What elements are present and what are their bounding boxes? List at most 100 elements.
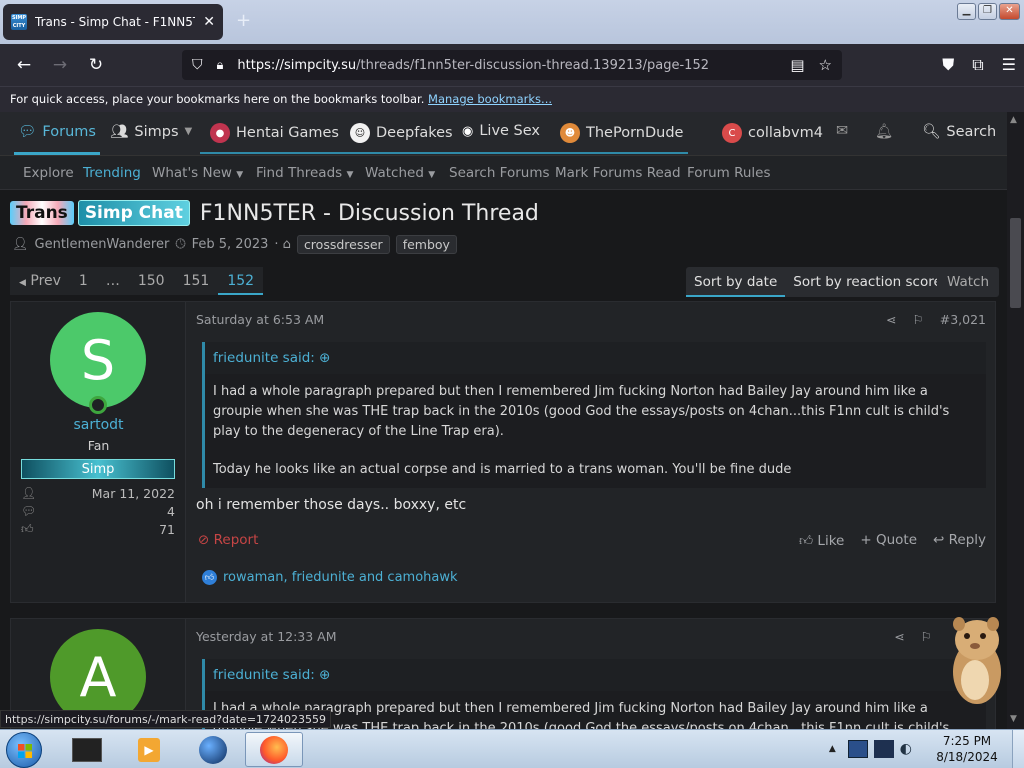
url-text[interactable]: https://simpcity.su/threads/f1nn5ter-dis…	[237, 58, 709, 73]
network-icon[interactable]	[847, 740, 868, 758]
reload-icon[interactable]: ↻	[78, 55, 114, 75]
arrow-up-circle-icon[interactable]: ⊕	[319, 667, 330, 683]
sort-by-reaction-button[interactable]: Sort by reaction score	[785, 267, 950, 297]
reply-button[interactable]: ↩ Reply	[933, 532, 986, 549]
user-title: Fan	[87, 438, 110, 453]
system-clock[interactable]: 7:25 PM 8/18/2024	[922, 733, 1012, 765]
firefox-icon	[260, 735, 288, 764]
share-icon[interactable]: ⋖	[894, 629, 904, 644]
thread-author[interactable]: GentlemenWanderer	[35, 237, 170, 252]
reader-view-icon[interactable]: ▤	[790, 56, 804, 74]
restore-icon[interactable]: ❐	[978, 3, 997, 20]
report-link[interactable]: ⊘ Report	[198, 532, 258, 548]
prefix-trans-label[interactable]: Trans	[10, 201, 74, 225]
scroll-thumb[interactable]	[1010, 218, 1021, 308]
nav-deepfakes[interactable]: ☺ Deepfakes	[350, 123, 453, 143]
report-icon: ⊘	[198, 532, 210, 548]
arrow-up-circle-icon[interactable]: ⊕	[319, 350, 330, 366]
tag-femboy[interactable]: femboy	[395, 234, 457, 254]
like-reaction-icon: 👍︎	[202, 570, 217, 585]
pager-page-150[interactable]: 150	[128, 267, 174, 295]
menu-hamburger-icon[interactable]: ☰	[1002, 55, 1016, 75]
share-icon[interactable]: ⋖	[886, 312, 896, 327]
subnav-forum-rules[interactable]: Forum Rules	[687, 165, 771, 181]
volume-icon[interactable]: ◐	[900, 741, 912, 757]
pager-prev-button[interactable]: ◀ Prev	[10, 267, 70, 295]
alerts-bell-icon[interactable]: 🔔︎	[875, 123, 893, 140]
taskbar-app-terminal[interactable]	[58, 732, 116, 767]
pager-page-151[interactable]: 151	[173, 267, 219, 295]
pager-page-152[interactable]: 152	[218, 267, 264, 295]
bookmarks-hint: For quick access, place your bookmarks h…	[10, 92, 425, 106]
url-bar[interactable]: ⛉ 🔒︎ https://simpcity.su/threads/f1nn5te…	[182, 50, 842, 80]
quote-block: friedunite said: ⊕ I had a whole paragra…	[202, 342, 986, 488]
hentai-games-logo-icon: ●	[210, 123, 230, 143]
taskbar-app-globe[interactable]	[184, 732, 242, 767]
shield-icon[interactable]: ⛉	[192, 57, 203, 73]
site-sub-nav: Explore Trending What's New ▼ Find Threa…	[0, 156, 1007, 190]
sort-by-date-button[interactable]: Sort by date	[686, 267, 786, 297]
subnav-watched[interactable]: Watched ▼	[365, 165, 435, 181]
pager-ellipsis[interactable]: …	[96, 267, 129, 295]
pocket-icon[interactable]: ⛊	[942, 55, 954, 75]
lock-icon[interactable]: 🔒︎	[217, 58, 224, 73]
subnav-trending[interactable]: Trending	[83, 165, 141, 181]
username[interactable]: sartodt	[11, 417, 186, 433]
globe-icon	[199, 735, 227, 764]
subnav-find-threads[interactable]: Find Threads ▼	[256, 165, 353, 181]
thread-date[interactable]: Feb 5, 2023	[192, 237, 269, 252]
subnav-whats-new[interactable]: What's New ▼	[152, 165, 243, 181]
subnav-explore[interactable]: Explore	[23, 165, 74, 181]
user-avatar: C	[722, 123, 742, 143]
nav-hentai-games[interactable]: ● Hentai Games	[210, 123, 339, 143]
post-date[interactable]: Saturday at 6:53 AM	[196, 312, 324, 327]
nav-live-sex[interactable]: ◉ Live Sex	[462, 123, 540, 139]
bookmark-icon[interactable]: ⚐	[921, 629, 932, 644]
scroll-down-icon[interactable]: ▼	[1010, 714, 1017, 724]
subnav-mark-forums-read[interactable]: Mark Forums Read	[555, 165, 681, 181]
inbox-envelope-icon[interactable]: ✉	[836, 123, 848, 139]
tab-close-icon[interactable]: ✕	[203, 14, 215, 30]
tag-crossdresser[interactable]: crossdresser	[296, 234, 390, 254]
like-button[interactable]: 👍︎ Like	[799, 532, 844, 549]
media-player-icon: ▶	[138, 737, 160, 762]
quote-author[interactable]: friedunite said: ⊕	[205, 342, 986, 374]
subnav-search-forums[interactable]: Search Forums	[449, 165, 550, 181]
minimize-icon[interactable]: ▁	[957, 3, 976, 20]
post-message: oh i remember those days.. boxxy, etc	[196, 497, 467, 513]
post-date[interactable]: Yesterday at 12:33 AM	[196, 629, 337, 644]
taskbar-app-media-player[interactable]: ▶	[120, 732, 178, 767]
prefix-simp-chat-label[interactable]: Simp Chat	[77, 200, 190, 226]
reactions-list[interactable]: rowaman, friedunite and camohawk	[223, 570, 458, 585]
bookmark-star-icon[interactable]: ☆	[819, 56, 832, 74]
quote-author[interactable]: friedunite said: ⊕	[205, 659, 986, 691]
window-controls: ▁ ❐ ✕	[957, 3, 1020, 20]
forward-arrow-icon[interactable]: →	[42, 55, 78, 75]
page-scrollbar[interactable]: ▲ ▼	[1007, 112, 1024, 729]
nav-search[interactable]: 🔍︎ Search	[922, 123, 996, 141]
taskbar-app-firefox[interactable]	[245, 732, 303, 767]
nav-theporndude[interactable]: ☻ ThePornDude	[560, 123, 683, 143]
thumbs-up-icon: 👍︎	[799, 533, 814, 549]
start-button[interactable]	[6, 732, 42, 768]
pager-page-1[interactable]: 1	[69, 267, 97, 295]
manage-bookmarks-link[interactable]: Manage bookmarks...	[428, 92, 552, 106]
new-tab-plus-icon[interactable]: +	[236, 10, 251, 31]
nav-user-account[interactable]: C collabvm4	[722, 123, 823, 143]
watch-button[interactable]: Watch	[937, 267, 1000, 297]
action-center-icon[interactable]	[873, 740, 894, 758]
tray-expand-icon[interactable]: ▲	[829, 744, 836, 754]
back-arrow-icon[interactable]: ←	[6, 55, 42, 75]
browser-tab[interactable]: SIMP CITY Trans - Simp Chat - F1NN5TER ✕	[3, 4, 223, 40]
bookmark-icon[interactable]: ⚐	[913, 312, 924, 327]
quote-button[interactable]: + Quote	[860, 532, 917, 549]
post-number[interactable]: #3,021	[940, 312, 986, 327]
pagination: ◀ Prev 1 … 150 151 152	[10, 267, 264, 295]
show-desktop-button[interactable]	[1012, 730, 1024, 768]
nav-forums[interactable]: 💬︎ Forums	[18, 123, 96, 141]
extensions-icon[interactable]: ⧉	[972, 55, 983, 75]
avatar[interactable]: S	[50, 312, 146, 408]
nav-simps[interactable]: 👥︎ Simps ▼	[110, 123, 192, 141]
scroll-up-icon[interactable]: ▲	[1010, 115, 1017, 125]
window-close-icon[interactable]: ✕	[999, 3, 1020, 20]
